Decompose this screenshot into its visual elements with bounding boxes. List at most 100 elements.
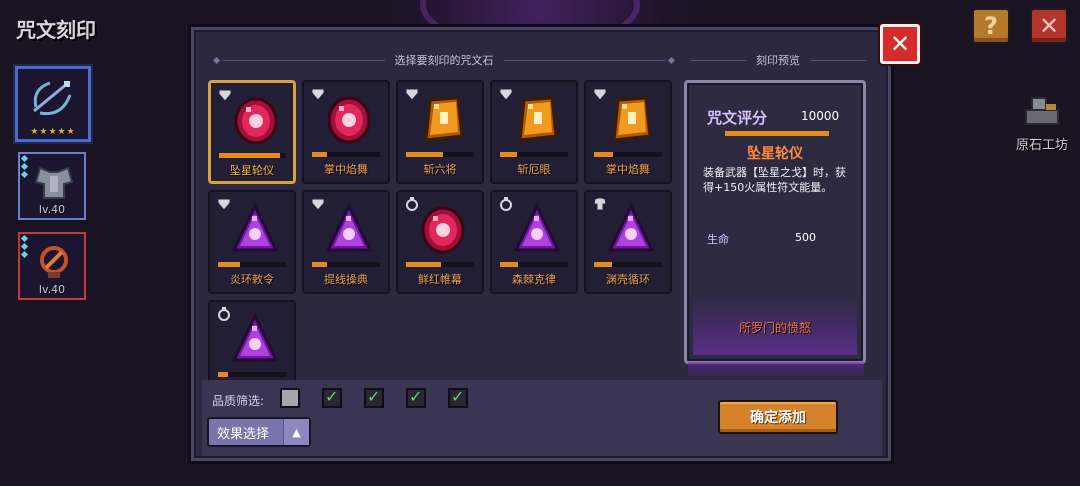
check-icon: ✓	[409, 387, 423, 406]
preview-rune-description: 装备武器【坠星之戈】时，获得+150火属性符文能量。	[703, 166, 846, 194]
rune-progress-bar	[594, 152, 662, 157]
rune-progress-bar	[594, 262, 662, 267]
rune-progress-fill	[500, 152, 517, 157]
quality-checkbox-5[interactable]: ✓	[448, 387, 468, 408]
preview-header-text: 刻印预览	[756, 54, 800, 67]
rune-score-label: 咒文评分	[707, 109, 768, 127]
red-rune-gem-icon	[418, 202, 468, 256]
rune-name: 炎环敕令	[230, 273, 274, 286]
forge-icon	[1025, 97, 1059, 125]
preview-set-name: 所罗门的愤怒	[738, 321, 811, 335]
rune-progress-bar	[219, 153, 285, 158]
equipment-slot-3[interactable]: lv.40	[18, 232, 86, 300]
amulet-icon	[40, 246, 68, 278]
rune-list-header-text: 选择要刻印的咒文石	[394, 54, 494, 67]
rune-progress-fill	[312, 262, 327, 267]
slot-gem-pips	[20, 234, 29, 259]
quality-filter-label: 品质筛选:	[212, 394, 265, 408]
help-button[interactable]: ?	[972, 8, 1010, 44]
rune-progress-bar	[218, 262, 286, 267]
rune-progress-fill	[500, 262, 518, 267]
rune-progress-bar	[406, 262, 474, 267]
armor-icon	[34, 166, 74, 199]
rune-name: 森棘克律	[512, 273, 556, 286]
effect-select-button[interactable]: 效果选择 ▲	[207, 417, 311, 447]
rune-progress-fill	[594, 152, 614, 157]
score-divider	[725, 131, 829, 136]
rune-card[interactable]: 炎环敕令	[208, 190, 296, 294]
purple-rune-gem-icon	[230, 202, 280, 256]
slot-stars: ★★★★★	[30, 127, 76, 137]
rune-progress-bar	[406, 152, 474, 157]
rune-progress-bar	[312, 152, 380, 157]
rune-card[interactable]: 掌中焰舞	[302, 80, 390, 184]
slot-level: lv.40	[38, 203, 66, 216]
red-rune-gem-icon	[324, 92, 374, 146]
purple-rune-gem-icon	[606, 202, 656, 256]
purple-rune-gem-icon	[324, 202, 374, 256]
rune-grid: 坠星轮仪 掌中焰舞 斩六将 斩厄眼 掌中焰舞炎环敕令 提线操典 鲜红帷幕 森棘克律 渊壳循环	[208, 80, 676, 380]
preview-bottom-glow	[688, 362, 864, 378]
check-icon: ✓	[325, 387, 339, 406]
orange-rune-gem-icon	[512, 92, 562, 146]
rune-progress-bar	[500, 152, 568, 157]
effect-select-label: 效果选择	[217, 426, 270, 442]
rune-progress-fill	[406, 152, 444, 157]
quality-checkbox-1[interactable]	[280, 388, 300, 408]
rune-progress-bar	[312, 262, 380, 267]
rune-card[interactable]: 斩六将	[396, 80, 484, 184]
rune-card[interactable]: 坠星轮仪	[208, 80, 296, 184]
rune-card[interactable]: 提线操典	[302, 190, 390, 294]
rune-card[interactable]: 渊壳循环	[584, 190, 672, 294]
orange-rune-gem-icon	[606, 92, 656, 146]
red-rune-gem-icon	[231, 93, 281, 147]
ore-workshop-label: 原石工坊	[1015, 138, 1068, 153]
slot-gem-pips	[20, 154, 29, 179]
quality-checkbox-2[interactable]: ✓	[322, 387, 342, 408]
rune-score-value: 10000	[801, 109, 840, 123]
close-panel-button[interactable]: ✕	[880, 24, 920, 64]
close-screen-button[interactable]: ✕	[1030, 8, 1068, 44]
rune-progress-bar	[500, 262, 568, 267]
rune-name: 斩厄眼	[517, 163, 551, 176]
equipment-slot-2[interactable]: lv.40	[18, 152, 86, 220]
rune-name: 掌中焰舞	[606, 163, 650, 176]
rune-progress-fill	[218, 262, 240, 267]
rune-name: 渊壳循环	[606, 273, 650, 286]
rune-list-header: 选择要刻印的咒文石	[210, 50, 678, 70]
rune-name: 斩六将	[423, 163, 457, 176]
check-icon: ✓	[451, 387, 465, 406]
rune-progress-fill	[218, 372, 229, 377]
rune-progress-fill	[219, 153, 280, 158]
rune-card[interactable]: 斩厄眼	[490, 80, 578, 184]
rune-card[interactable]: 森棘克律	[490, 190, 578, 294]
rune-name: 坠星轮仪	[230, 164, 274, 177]
rune-name: 鲜红帷幕	[418, 273, 462, 286]
rune-progress-bar	[218, 372, 286, 377]
ore-workshop-button[interactable]: 原石工坊	[1012, 92, 1072, 153]
confirm-add-button[interactable]: 确定添加	[718, 400, 838, 434]
rune-name: 提线操典	[324, 273, 368, 286]
quality-checkbox-3[interactable]: ✓	[364, 387, 384, 408]
rune-card[interactable]: 鲜红帷幕	[396, 190, 484, 294]
orange-rune-gem-icon	[418, 92, 468, 146]
rune-preview-card: 咒文评分 10000 坠星轮仪 装备武器【坠星之戈】时，获得+150火属性符文能…	[684, 80, 866, 364]
rune-name: 掌中焰舞	[324, 163, 368, 176]
purple-rune-gem-icon	[512, 202, 562, 256]
equipment-slot-1[interactable]: ★★★★★	[15, 66, 91, 142]
quality-checkbox-4[interactable]: ✓	[406, 387, 426, 408]
slot-level: lv.40	[38, 283, 66, 296]
rune-progress-fill	[406, 262, 442, 267]
rune-progress-fill	[594, 262, 612, 267]
preview-stat-label: 生命	[707, 233, 729, 246]
bow-icon	[33, 81, 72, 116]
screen-title: 咒文刻印	[16, 18, 96, 42]
preview-header: 刻印预览	[690, 50, 866, 70]
check-icon: ✓	[367, 387, 381, 406]
purple-rune-gem-icon	[230, 312, 280, 366]
rune-progress-fill	[312, 152, 327, 157]
preview-rune-name: 坠星轮仪	[747, 146, 803, 162]
rune-card[interactable]: 掌中焰舞	[584, 80, 672, 184]
preview-stat-value: 500	[795, 231, 816, 244]
rune-card[interactable]	[208, 300, 296, 380]
